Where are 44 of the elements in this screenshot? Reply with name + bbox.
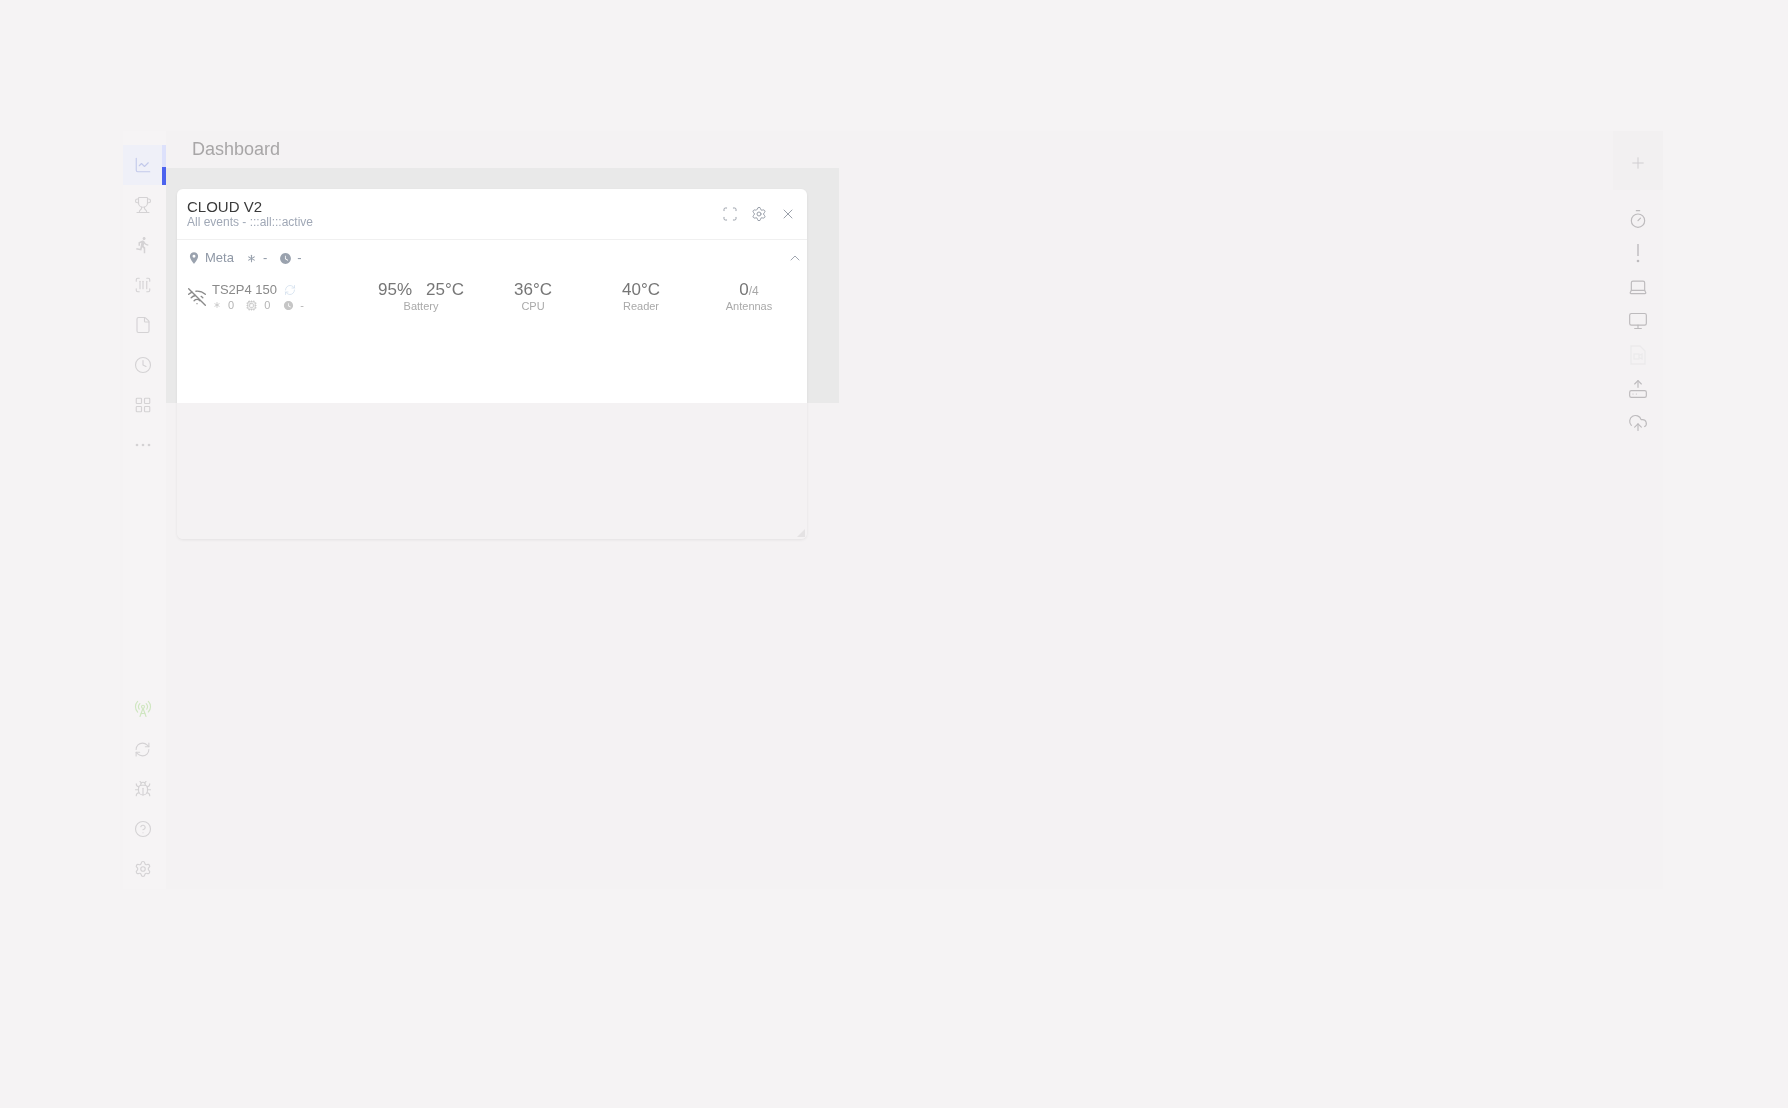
settings-icon: [751, 206, 767, 222]
refresh-icon: [284, 284, 297, 296]
chart-icon: [133, 156, 152, 174]
trophy-icon: [133, 196, 152, 214]
time-value: -: [300, 298, 304, 312]
clock-icon: [279, 251, 293, 265]
chip-icon: [246, 299, 258, 311]
bug-icon: [133, 780, 152, 798]
clock-icon: [283, 299, 295, 311]
barcode-scan-icon: [133, 276, 152, 294]
grid-icon: [133, 396, 152, 414]
location-pin-icon: [187, 251, 201, 265]
document-icon: [133, 316, 152, 334]
nav-button[interactable]: [123, 145, 166, 185]
metric-label: CPU: [521, 300, 545, 313]
metric-value: 40°C: [622, 280, 660, 300]
page-title: Dashboard: [192, 138, 281, 161]
metric-label: Reader: [622, 300, 660, 313]
metric-label: Antennas: [725, 300, 773, 313]
settings-button[interactable]: [751, 206, 767, 222]
widget-title: CLOUD V2: [187, 199, 264, 215]
time-value: -: [297, 249, 302, 268]
fullscreen-button[interactable]: [722, 206, 738, 222]
widget-subtitle: All events - :::all:::active: [187, 215, 314, 229]
metric-label: Battery: [403, 300, 439, 313]
add-button[interactable]: [1629, 154, 1647, 172]
metric-total: /4: [748, 284, 759, 298]
asterisk-icon: [212, 300, 222, 310]
device-name: TS2P4 150: [212, 282, 278, 298]
rate-value: 0: [228, 298, 235, 312]
fullscreen-icon: [722, 206, 738, 222]
metric-value: 25°C: [426, 280, 464, 300]
tag-count: 0: [264, 298, 271, 312]
help-icon: [133, 820, 152, 838]
metric-value: 0: [739, 280, 749, 300]
rate-value: -: [262, 249, 268, 268]
clock-icon: [133, 356, 152, 374]
metric-value: 95%: [378, 280, 412, 300]
settings-icon: [133, 860, 152, 878]
more-icon: [134, 443, 151, 447]
location-label: Meta: [205, 249, 234, 268]
plus-icon: [1629, 154, 1647, 172]
refresh-icon: [134, 740, 151, 758]
metric-value: 36°C: [514, 280, 552, 300]
